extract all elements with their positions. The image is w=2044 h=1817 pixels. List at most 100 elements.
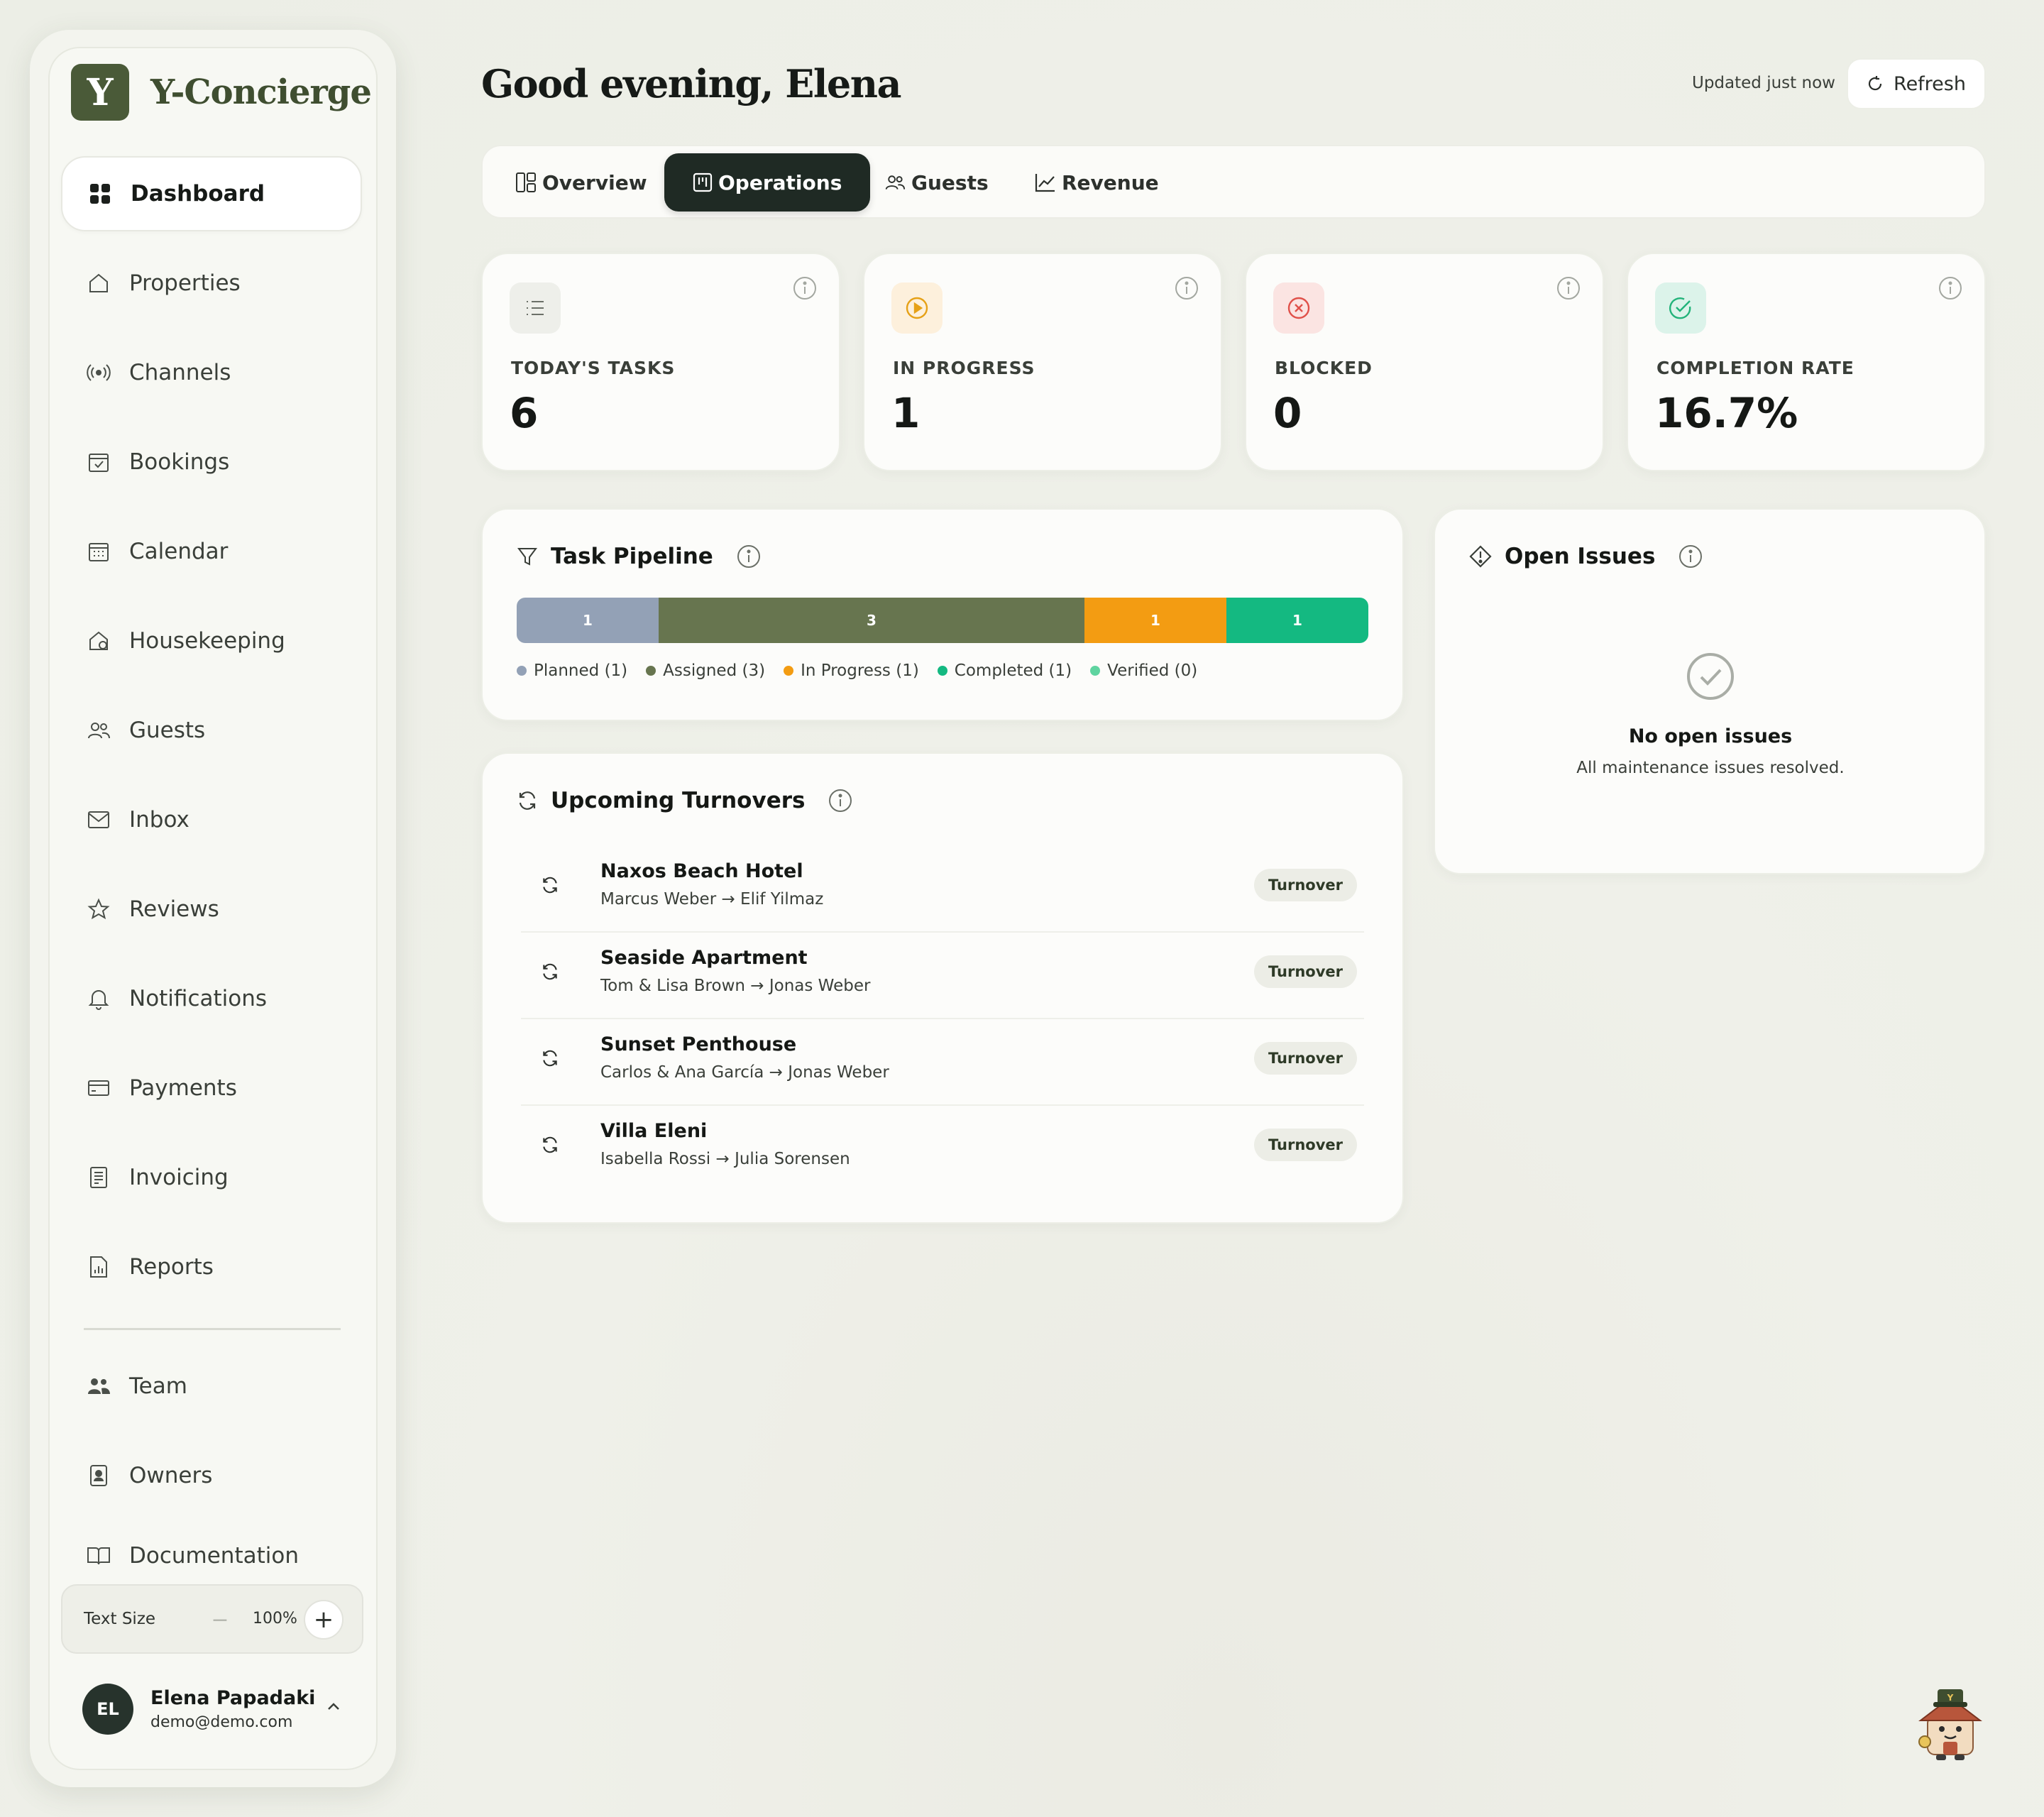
sidebar-item-notifications[interactable]: Notifications [61, 961, 362, 1036]
pipeline-segment[interactable]: 1 [1226, 598, 1368, 643]
info-icon[interactable] [828, 788, 853, 813]
sidebar-item-guests[interactable]: Guests [61, 693, 362, 768]
refresh-button[interactable]: Refresh [1847, 58, 1986, 109]
legend-label: Assigned (3) [663, 662, 766, 680]
star-icon [87, 897, 111, 921]
sidebar-item-reports[interactable]: Reports [61, 1229, 362, 1305]
info-icon[interactable] [1678, 544, 1703, 569]
stat-label: IN PROGRESS [893, 358, 1035, 378]
sidebar-item-label: Dashboard [131, 181, 265, 207]
concierge-mascot-icon[interactable]: Y [1915, 1685, 1986, 1766]
page-title: Good evening, Elena [481, 61, 901, 106]
info-icon[interactable] [736, 544, 762, 569]
tab-revenue[interactable]: Revenue [1035, 153, 1159, 212]
legend-item: Assigned (3) [646, 662, 765, 680]
guest-handover: Carlos & Ana García → Jonas Weber [600, 1063, 889, 1082]
bell-icon [87, 987, 111, 1011]
x-circle-icon [1273, 282, 1324, 334]
tab-bar: Overview Operations Guests Revenue [481, 145, 1986, 219]
sidebar-item-dashboard[interactable]: Dashboard [61, 156, 362, 231]
task-pipeline-panel: Task Pipeline 1311 Planned (1) Assigned (… [481, 508, 1404, 721]
sidebar-item-label: Properties [129, 270, 241, 296]
sidebar-item-team[interactable]: Team [61, 1349, 362, 1424]
legend-dot [1090, 666, 1101, 676]
chevron-up-icon[interactable] [325, 1698, 342, 1718]
stat-value: 0 [1273, 389, 1302, 437]
info-icon[interactable] [1938, 275, 1963, 304]
sidebar-item-inbox[interactable]: Inbox [61, 782, 362, 857]
list-item[interactable]: Villa Eleni Isabella Rossi → Julia Soren… [521, 1106, 1364, 1192]
tab-overview[interactable]: Overview [515, 153, 647, 212]
guest-handover: Marcus Weber → Elif Yilmaz [600, 890, 824, 908]
text-size-label: Text Size [84, 1610, 156, 1628]
sidebar-item-housekeeping[interactable]: Housekeeping [61, 603, 362, 679]
sidebar-item-properties[interactable]: Properties [61, 246, 362, 321]
list-item[interactable]: Naxos Beach Hotel Marcus Weber → Elif Yi… [521, 846, 1364, 933]
text-size-increase-button[interactable]: + [304, 1600, 344, 1640]
home-icon [87, 271, 111, 295]
list-item[interactable]: Sunset Penthouse Carlos & Ana García → J… [521, 1019, 1364, 1106]
sidebar-item-label: Payments [129, 1075, 237, 1101]
list-item[interactable]: Seaside Apartment Tom & Lisa Brown → Jon… [521, 933, 1364, 1019]
panel-title: Upcoming Turnovers [551, 788, 806, 813]
pipeline-segment[interactable]: 1 [517, 598, 659, 643]
stat-label: BLOCKED [1275, 358, 1373, 378]
text-size-value: 100% [253, 1610, 297, 1627]
sidebar-item-reviews[interactable]: Reviews [61, 872, 362, 947]
sidebar-item-channels[interactable]: Channels [61, 335, 362, 410]
layout-icon [516, 172, 536, 192]
pipeline-segment[interactable]: 3 [659, 598, 1084, 643]
team-icon [87, 1374, 111, 1398]
alert-diamond-icon [1469, 545, 1492, 568]
user-menu[interactable]: EL Elena Papadaki demo@demo.com [82, 1684, 315, 1735]
users-icon [885, 175, 906, 190]
property-name: Naxos Beach Hotel [600, 860, 803, 882]
info-icon[interactable] [1174, 275, 1199, 304]
calendar-icon [87, 539, 111, 564]
sidebar-item-invoicing[interactable]: Invoicing [61, 1140, 362, 1215]
nav-divider [84, 1328, 341, 1330]
refresh-icon [1868, 76, 1882, 91]
stat-value: 16.7% [1655, 389, 1798, 437]
sidebar-item-owners[interactable]: Owners [61, 1438, 362, 1513]
sidebar-item-label: Reports [129, 1254, 214, 1280]
stat-value: 6 [510, 389, 539, 437]
brand-logo: Y [71, 64, 129, 121]
check-circle-icon [1655, 282, 1706, 334]
brand[interactable]: Y Y-Concierge [71, 64, 372, 121]
info-icon[interactable] [1556, 275, 1581, 304]
sidebar-item-documentation[interactable]: Documentation [61, 1527, 362, 1584]
upcoming-turnovers-panel: Upcoming Turnovers Naxos Beach Hotel Mar… [481, 752, 1404, 1224]
users-icon [87, 718, 111, 742]
sidebar-item-calendar[interactable]: Calendar [61, 514, 362, 589]
legend-item: Completed (1) [937, 662, 1072, 680]
tab-guests[interactable]: Guests [884, 153, 989, 212]
sidebar-item-bookings[interactable]: Bookings [61, 424, 362, 500]
owner-icon [87, 1464, 111, 1488]
sidebar-item-payments[interactable]: Payments [61, 1050, 362, 1126]
legend-label: Completed (1) [954, 662, 1072, 680]
pipeline-segment[interactable]: 1 [1084, 598, 1226, 643]
legend-dot [646, 666, 656, 676]
panel-title: Task Pipeline [551, 544, 713, 569]
sidebar-item-label: Inbox [129, 807, 189, 833]
info-icon[interactable] [792, 275, 818, 304]
status-badge: Turnover [1254, 869, 1357, 901]
check-circle-icon [1687, 653, 1734, 700]
stat-card-in-progress: IN PROGRESS 1 [863, 253, 1222, 471]
text-size-control: Text Size − 100% + [61, 1584, 363, 1654]
sidebar-item-label: Guests [129, 718, 206, 743]
pipeline-legend: Planned (1) Assigned (3) In Progress (1) Co… [517, 662, 1216, 680]
sidebar-item-label: Reviews [129, 896, 219, 922]
tab-operations[interactable]: Operations [664, 153, 871, 212]
filter-icon [517, 546, 538, 567]
legend-label: Verified (0) [1107, 662, 1198, 680]
legend-item: Planned (1) [517, 662, 627, 680]
open-issues-panel: Open Issues No open issues All maintenan… [1434, 508, 1986, 874]
home-gear-icon [87, 629, 111, 653]
text-size-decrease-button[interactable]: − [202, 1601, 238, 1638]
property-name: Villa Eleni [600, 1120, 708, 1142]
refresh-icon [541, 876, 559, 897]
legend-dot [784, 666, 794, 676]
avatar: EL [82, 1684, 133, 1735]
